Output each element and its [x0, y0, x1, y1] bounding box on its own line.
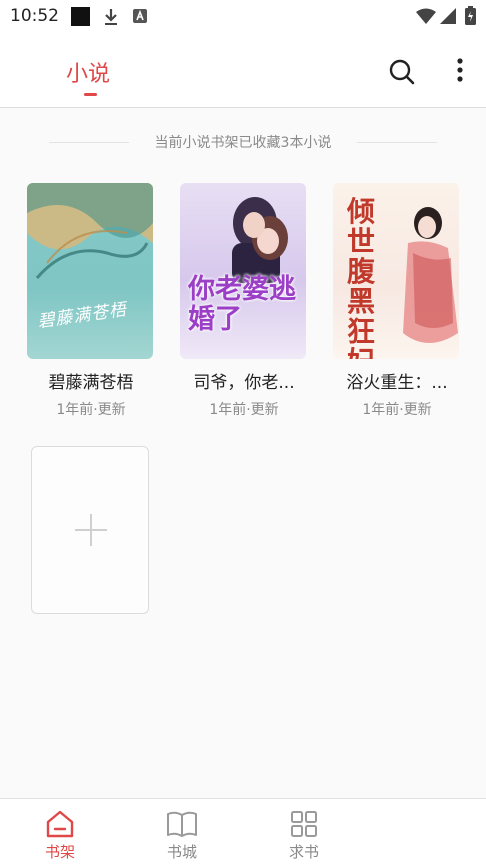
nav-bookshelf[interactable]: 书架: [20, 799, 100, 864]
nav-request-book[interactable]: 求书: [264, 799, 344, 864]
notification-square-icon: [71, 7, 90, 26]
bottom-nav: 书架 书城 求书: [0, 798, 486, 864]
book-cover: 你老婆逃婚了: [180, 183, 306, 359]
book-update-time: 1年前·更新: [362, 402, 432, 418]
cover-title: 倾世腹黑狂妃: [347, 195, 376, 360]
book-title: 司爷，你老...: [193, 373, 295, 393]
nav-label: 书城: [166, 843, 197, 861]
book-update-time: 1年前·更新: [56, 402, 126, 418]
app-notification-icon: [133, 9, 147, 23]
nav-label: 书架: [44, 843, 75, 861]
wifi-icon: [416, 8, 436, 24]
signal-icon: [440, 8, 456, 24]
status-time: 10:52: [10, 6, 59, 26]
tab-novel[interactable]: 小说: [66, 56, 110, 88]
book-icon: [167, 811, 197, 837]
nav-bookstore[interactable]: 书城: [142, 799, 222, 864]
search-icon[interactable]: [388, 58, 416, 86]
book-card[interactable]: 碧藤满苍梧 碧藤满苍梧 1年前·更新: [27, 183, 155, 419]
nav-label: 求书: [288, 843, 319, 861]
tab-indicator: [84, 93, 97, 96]
book-card[interactable]: 倾世腹黑狂妃 浴火重生：... 1年前·更新: [333, 183, 461, 419]
download-icon: [105, 9, 117, 25]
grid-icon: [291, 811, 317, 837]
divider-left: [48, 141, 129, 143]
cover-title: 你老婆逃婚了: [188, 274, 296, 335]
home-icon: [46, 810, 74, 838]
book-update-time: 1年前·更新: [209, 402, 279, 418]
status-bar: 10:52: [0, 0, 486, 32]
app-bar: 小说: [0, 32, 486, 108]
more-options-icon[interactable]: [452, 56, 468, 86]
add-book-button[interactable]: [31, 446, 149, 614]
book-title: 碧藤满苍梧: [48, 373, 134, 393]
battery-icon: [465, 6, 476, 25]
cover-art: [27, 183, 153, 279]
divider-right: [357, 141, 438, 143]
book-cover: 碧藤满苍梧: [27, 183, 153, 359]
book-title: 浴火重生：...: [346, 373, 448, 393]
book-card[interactable]: 你老婆逃婚了 司爷，你老... 1年前·更新: [180, 183, 308, 419]
book-cover: 倾世腹黑狂妃: [333, 183, 459, 359]
shelf-count-text: 当前小说书架已收藏3本小说: [154, 135, 332, 151]
shelf-info: 当前小说书架已收藏3本小说: [0, 130, 486, 154]
plus-icon: [90, 514, 92, 546]
